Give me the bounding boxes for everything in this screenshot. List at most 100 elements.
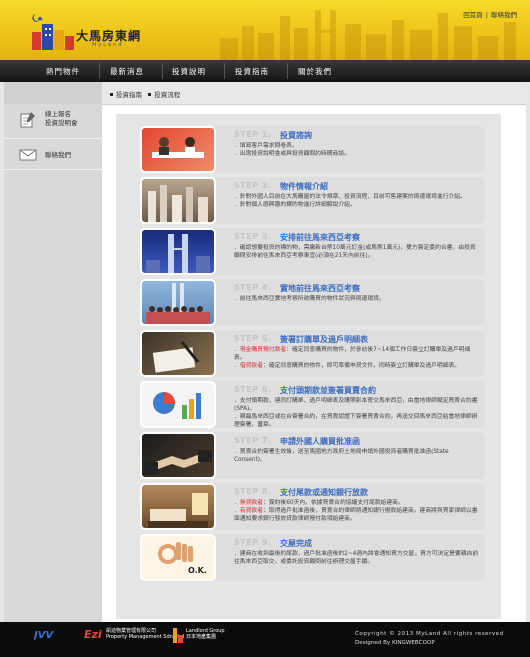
ok-badge: O.K. [188, 566, 207, 575]
step-desc-line: ．買賣合約簽署生效後，送至馬國地方政府土地局申請外國投資者購買批准函(State… [234, 449, 449, 463]
step-desc-line: ．支付頭期款，連同訂購單、過戶明細表及護照影本寄交馬來西亞，由當地律師擬定買賣合… [234, 398, 478, 412]
step-number: STEP 8. [234, 487, 272, 496]
step-number: STEP 2. [234, 181, 272, 190]
svg-text:JVV: JVV [34, 630, 54, 640]
step-number: STEP 4. [234, 283, 272, 292]
footer-logo-landlord-text: Landlord Group 日本地產集團 [186, 628, 225, 640]
step-7-image-handshake [140, 432, 216, 479]
sidebar-label-seminar-line1: 線上報名 [45, 110, 71, 118]
sidebar-top-shade [4, 82, 102, 104]
sidebar-item-contact[interactable]: 聯絡我們 [4, 139, 102, 170]
step-description: ．確認想要投資的標的物，需繳新台幣10萬元訂金(或馬幣1萬元)，雙方簽定委約合書… [234, 244, 479, 260]
footer-logo-jvv[interactable]: JVV [32, 628, 74, 650]
step-description: ．前往馬來西亞實地考察所欲購買的物件狀況與周邊環境。 [234, 295, 479, 303]
nav-about-us[interactable]: 關於我們 [298, 66, 332, 77]
step-4-image-group-tour [140, 279, 216, 326]
step-desc-line: ．出席投資說明會或與投資顧問約時間商談。 [234, 151, 350, 157]
step-desc-line: ．現金購買預付款者：確定同意購買的物件，於參訪後7~14個工作日簽立訂購單及過戶… [234, 347, 471, 361]
designer-name[interactable]: KINGWEBCOOP [392, 640, 435, 646]
step-title: 申請外國人購買批准函 [280, 437, 360, 446]
footer-logo-text: 日本地產集團 [186, 634, 217, 640]
step-9-image-ok-hand: O.K. [140, 534, 216, 581]
sidebar-label-seminar-line2: 投資說明會 [45, 119, 78, 127]
envelope-icon [19, 149, 37, 161]
sidebar-item-seminar-signup[interactable]: 線上報名 投資說明會 [4, 104, 102, 139]
step-number: STEP 9. [234, 538, 272, 547]
step-number: STEP 1. [234, 130, 272, 139]
step-desc-line: ．親臨馬來西亞或在台簽署合約，在買賣認證下簽署買賣合約，再送交回馬來西亞給當地律… [234, 414, 478, 428]
step-8: STEP 8. 支付尾款或通知銀行放款 ．無貸款者：簽約後60天內，依據買賣合約… [140, 483, 485, 530]
logo-subtitle: MyLand [92, 42, 124, 48]
top-links: 回首頁 | 聯絡我們 [463, 11, 517, 19]
jvv-logo-icon: JVV [32, 630, 54, 641]
landlord-logo-icon [173, 628, 183, 643]
breadcrumb-bar: 投資指南 投資流程 [102, 82, 526, 105]
step-description: ．建商在收到最後的尾款，過戶批准函後的2~4週內將會通知買方交屋，買方可決定是要… [234, 550, 479, 566]
site-logo[interactable] [30, 12, 76, 50]
step-number: STEP 6. [234, 385, 272, 394]
nav-investment-info[interactable]: 投資說明 [172, 66, 206, 77]
step-1: STEP 1. 投資諮詢 ．填寫客戶需求問卷表。 ．出席投資說明會或與投資顧問約… [140, 126, 485, 173]
step-2: STEP 2. 物件情報介紹 ．針對外國人目前在大馬購屋的法令規章、投資流程、目… [140, 177, 485, 224]
nav-divider [99, 63, 100, 79]
step-title: 支付尾款或通知銀行放款 [280, 488, 368, 497]
nav-divider [224, 63, 225, 79]
designed-by-label: Designed By [355, 640, 391, 646]
step-4: STEP 4. 實地前往馬來西亞考察 ．前往馬來西亞實地考察所欲購買的物件狀況與… [140, 279, 485, 326]
nav-divider [162, 63, 163, 79]
nav-investment-guide[interactable]: 投資指南 [235, 66, 269, 77]
step-5-image-signing [140, 330, 216, 377]
content-area: 線上報名 投資說明會 聯絡我們 投資指南 投資流程 STEP 1. 投資諮詢 ．… [4, 82, 526, 622]
step-desc-line: ．無貸款者：簽約後60天內，依據買賣合約協議支付尾款給建商。 [234, 500, 404, 506]
step-title: 交屋完成 [280, 539, 312, 548]
step-3: STEP 3. 安排前往馬來西亞考察 ．確認想要投資的標的物，需繳新台幣10萬元… [140, 228, 485, 275]
site-footer: JVV Ezi 凱迪物業管理有限公司 Property Management S… [0, 622, 530, 657]
footer-logo-ezi[interactable]: Ezi [84, 628, 102, 641]
contact-link[interactable]: 聯絡我們 [491, 11, 517, 19]
step-desc-line: ．針對個人感興趣的標的物進行詳細解說介紹。 [234, 202, 356, 208]
step-description: ．針對外國人目前在大馬購屋的法令規章、投資流程、目前可售建案的周邊環境進行介紹。… [234, 193, 479, 209]
step-title: 支付頭期款並簽署買賣合約 [280, 386, 376, 395]
nav-hot-properties[interactable]: 熱門物件 [46, 66, 80, 77]
breadcrumb: 投資指南 投資流程 [110, 89, 180, 99]
step-desc-line: ．確認想要投資的標的物，需繳新台幣10萬元訂金(或馬幣1萬元)，雙方簽定委約合書… [234, 245, 476, 259]
step-title: 安排前往馬來西亞考察 [280, 233, 360, 242]
footer-logo-landlord[interactable] [172, 626, 184, 646]
bullet-icon [148, 93, 152, 96]
site-header: 大馬房東網 MyLand 回首頁 | 聯絡我們 [0, 0, 530, 60]
step-description: ．填寫客戶需求問卷表。 ．出席投資說明會或與投資顧問約時間商談。 [234, 142, 479, 158]
home-link[interactable]: 回首頁 [463, 11, 483, 19]
copyright-text: Copyright © 2013 MyLand All rights reser… [355, 631, 504, 637]
step-description: ．現金購買預付款者：確定同意購買的物件，於參訪後7~14個工作日簽立訂購單及過戶… [234, 346, 479, 370]
nav-latest-news[interactable]: 最新消息 [110, 66, 144, 77]
step-desc-line: ．前往馬來西亞實地考察所欲購買的物件狀況與周邊環境。 [234, 296, 385, 302]
step-9: O.K. STEP 9. 交屋完成 ．建商在收到最後的尾款，過戶批准函後的2~4… [140, 534, 485, 581]
sidebar: 線上報名 投資說明會 聯絡我們 [4, 82, 102, 622]
step-desc-line: ．建商在收到最後的尾款，過戶批准函後的2~4週內將會通知買方交屋，買方可決定是要… [234, 551, 479, 565]
step-title: 投資諮詢 [280, 131, 312, 140]
step-desc-line: ．針對外國人目前在大馬購屋的法令規章、投資流程、目前可售建案的周邊環境進行介紹。 [234, 194, 466, 200]
step-desc-line: ．填寫客戶需求問卷表。 [234, 143, 298, 149]
step-title: 簽署訂購單及過戶明細表 [280, 335, 368, 344]
step-number: STEP 3. [234, 232, 272, 241]
steps-panel: STEP 1. 投資諮詢 ．填寫客戶需求問卷表。 ．出席投資說明會或與投資顧問約… [116, 114, 501, 619]
step-7: STEP 7. 申請外國人購買批准函 ．買賣合約簽署生效後，送至馬國地方政府土地… [140, 432, 485, 479]
main-nav: 熱門物件 最新消息 投資說明 投資指南 關於我們 [0, 60, 530, 82]
step-description: ．無貸款者：簽約後60天內，依據買賣合約協議支付尾款給建商。 ．有貸款者：取得過… [234, 499, 479, 523]
step-description: ．支付頭期款，連同訂購單、過戶明細表及護照影本寄交馬來西亞，由當地律師擬定買賣合… [234, 397, 479, 429]
step-1-image-consultation [140, 126, 216, 173]
step-number: STEP 5. [234, 334, 272, 343]
step-description: ．買賣合約簽署生效後，送至馬國地方政府土地局申請外國投資者購買批准函(State… [234, 448, 479, 464]
pencil-note-icon [20, 112, 35, 128]
designer-credit: Designed By KINGWEBCOOP [355, 640, 435, 646]
nav-divider [287, 63, 288, 79]
step-desc-highlight: 有貸款者 [239, 508, 264, 514]
step-desc-highlight: 無貸款者 [239, 500, 264, 506]
step-3-image-petronas-towers [140, 228, 216, 275]
step-number: STEP 7. [234, 436, 272, 445]
ezi-logo-mark: Ezi [84, 628, 102, 641]
step-title: 實地前往馬來西亞考察 [280, 284, 360, 293]
breadcrumb-item[interactable]: 投資指南 [116, 91, 142, 99]
step-desc-text: ：確定同意購買的物件，即可準備申貸文件，同時簽立訂購單及過戶明細表。 [263, 363, 461, 369]
step-6-image-charts [140, 381, 216, 428]
